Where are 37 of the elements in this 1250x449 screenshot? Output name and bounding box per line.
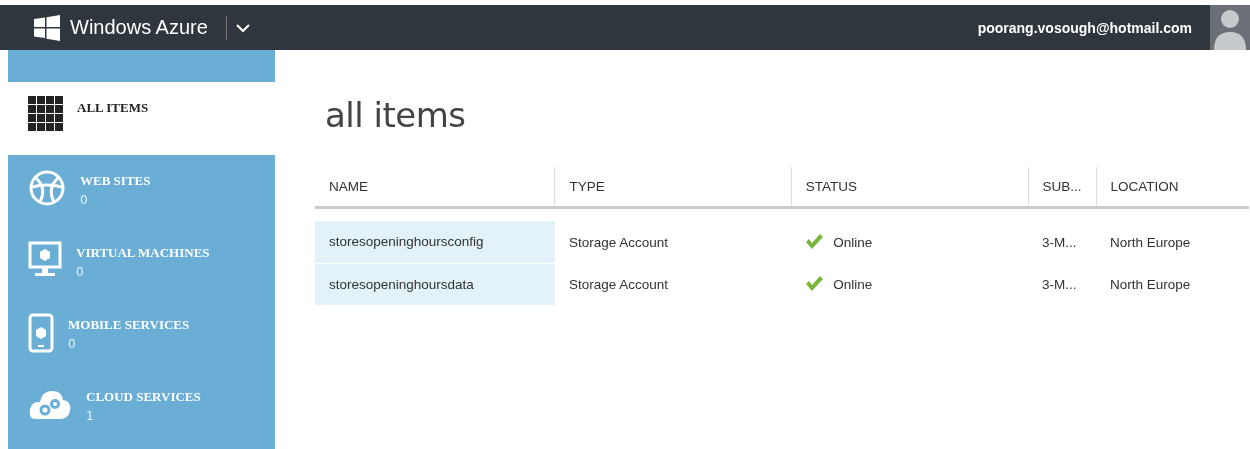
check-icon [805,234,824,250]
grid-icon [28,96,63,131]
item-count: 0 [68,337,77,351]
column-header[interactable]: LOCATION [1096,167,1249,208]
column-header[interactable]: NAME [315,167,555,208]
windows-logo-icon [34,14,60,41]
column-header[interactable]: STATUS [791,167,1028,208]
name-cell[interactable]: storesopeninghoursdata [315,263,555,305]
sidebar-label: ALL ITEMS [77,100,149,116]
sidebar-item[interactable]: ALL ITEMS [8,82,275,155]
name-cell[interactable]: storesopeninghoursconfig [315,221,555,263]
brand-name: Windows Azure [70,16,208,39]
dropdown-caret-icon[interactable] [234,22,251,33]
sidebar-label: CLOUD SERVICES [86,389,201,405]
column-header[interactable]: TYPE [554,167,792,208]
table-cell: Storage Account [554,221,792,263]
table-cell-text: 3-M... [1041,233,1078,252]
item-count: 0 [80,193,89,207]
sidebar-label: VIRTUAL MACHINES [76,245,210,261]
column-header[interactable]: SUB... [1028,167,1096,208]
phone-icon [28,313,54,353]
page-title: all items [325,95,467,135]
monitor-icon [28,241,62,277]
item-count: 0 [76,265,85,279]
account-email[interactable]: poorang.vosough@hotmail.com [977,19,1192,36]
table-cell: Storage Account [554,263,792,305]
avatar-icon[interactable] [1210,5,1250,50]
status-text: Online [833,276,873,292]
check-icon [805,276,824,292]
table-cell-text: North Europe [1109,233,1192,252]
globe-icon [28,169,66,207]
item-count: 1 [86,409,95,423]
table-cell-text: North Europe [1109,275,1192,294]
status-text: Online [833,234,873,250]
sidebar-label: MOBILE SERVICES [68,317,190,333]
sidebar-label: WEB SITES [80,173,151,189]
table-cell-text: 3-M... [1041,275,1078,294]
